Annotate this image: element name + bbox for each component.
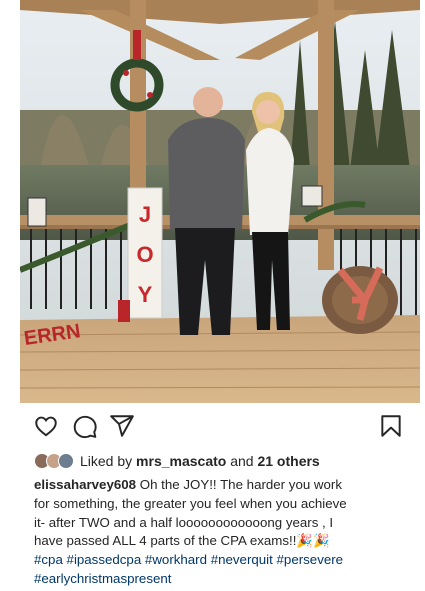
post-right [318,0,334,270]
share-icon [110,415,134,437]
hashtags-line-2: #earlychristmaspresent [34,570,414,589]
couple [168,87,294,335]
action-bar [20,410,410,442]
caption-text: Oh the JOY!! The harder you work [139,477,343,492]
svg-text:O: O [136,242,153,267]
bookmark-icon [381,415,401,437]
like-button[interactable] [33,413,59,439]
comment-icon [73,415,97,439]
likes-prefix: Liked by [80,453,133,469]
share-button[interactable] [109,413,135,439]
hashtags: #cpa #ipassedcpa #workhard #neverquit #p… [34,551,414,570]
lantern-right [301,185,323,207]
liker-username-link[interactable]: mrs_mascato [136,453,226,469]
heart-icon [35,416,57,437]
hashtag-link[interactable]: #cpa [34,552,63,567]
caption-line-3: it- after TWO and a half loooooooooooong… [34,514,334,530]
caption-line-4: have passed ALL 4 parts of the CPA exams… [34,532,414,551]
small-lantern [118,300,130,322]
others-count-link[interactable]: 21 others [257,453,319,469]
joy-sign: J O Y [127,187,163,319]
caption-username-link[interactable]: elissaharvey608 [34,477,136,492]
hashtag-link[interactable]: #persevere [277,552,344,567]
hashtag-link[interactable]: #neverquit [211,552,273,567]
caption-text: have passed ALL 4 parts of the CPA exams… [34,533,297,549]
hashtag-link[interactable]: #workhard [145,552,207,567]
lantern-left [27,197,47,227]
caption-line-2: for something, the greater you feel when… [34,495,347,511]
hashtag-link[interactable]: #earlychristmaspresent [34,571,171,586]
comment-button[interactable] [72,413,98,439]
likes-middle: and [230,453,254,469]
basket [322,266,398,334]
party-emoji: 🎉🎉 [296,533,330,549]
post-photo[interactable]: J O Y ERRN [20,0,420,403]
save-button[interactable] [378,413,404,439]
hashtag-link[interactable]: #ipassedcpa [67,552,142,567]
liker-avatars[interactable] [34,452,74,470]
avatar [58,453,74,469]
caption-line-1: elissaharvey608 Oh the JOY!! The harder … [34,476,414,495]
likes-row: Liked by mrs_mascato and 21 others [34,452,320,470]
svg-text:J: J [139,202,151,227]
svg-text:Y: Y [138,282,153,307]
caption: elissaharvey608 Oh the JOY!! The harder … [34,476,414,589]
